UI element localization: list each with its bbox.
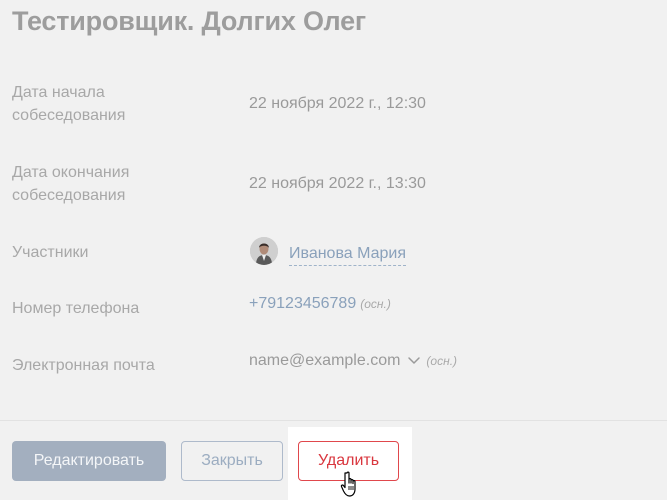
phone-link[interactable]: +79123456789 xyxy=(249,295,356,312)
phone-row: +79123456789 (осн.) xyxy=(249,292,391,316)
email-value[interactable]: name@example.com xyxy=(249,352,400,369)
email-row: name@example.com (осн.) xyxy=(249,349,457,373)
start-date-label: Дата начала собеседования xyxy=(12,84,126,124)
phone-label: Номер телефона xyxy=(12,300,140,317)
participant-avatar[interactable] xyxy=(250,237,278,265)
participants-label: Участники xyxy=(12,244,89,261)
email-primary-tag: (осн.) xyxy=(426,354,458,368)
end-date-value: 22 ноября 2022 г., 13:30 xyxy=(249,175,426,192)
end-date-label: Дата окончания собеседования xyxy=(12,164,130,204)
email-label: Электронная почта xyxy=(12,357,155,374)
phone-primary-tag: (осн.) xyxy=(360,297,391,311)
hand-pointer-icon xyxy=(340,471,356,497)
edit-button[interactable]: Редактировать xyxy=(12,441,166,481)
interview-card: Тестировщик. Долгих Олег Дата начала соб… xyxy=(0,0,667,500)
chevron-down-icon[interactable] xyxy=(406,352,422,368)
participant-link[interactable]: Иванова Мария xyxy=(289,242,407,266)
user-avatar-icon xyxy=(250,237,278,265)
start-date-value: 22 ноября 2022 г., 12:30 xyxy=(249,95,426,112)
page-title: Тестировщик. Долгих Олег xyxy=(12,6,366,36)
close-button[interactable]: Закрыть xyxy=(181,441,283,481)
footer-divider xyxy=(0,420,667,421)
